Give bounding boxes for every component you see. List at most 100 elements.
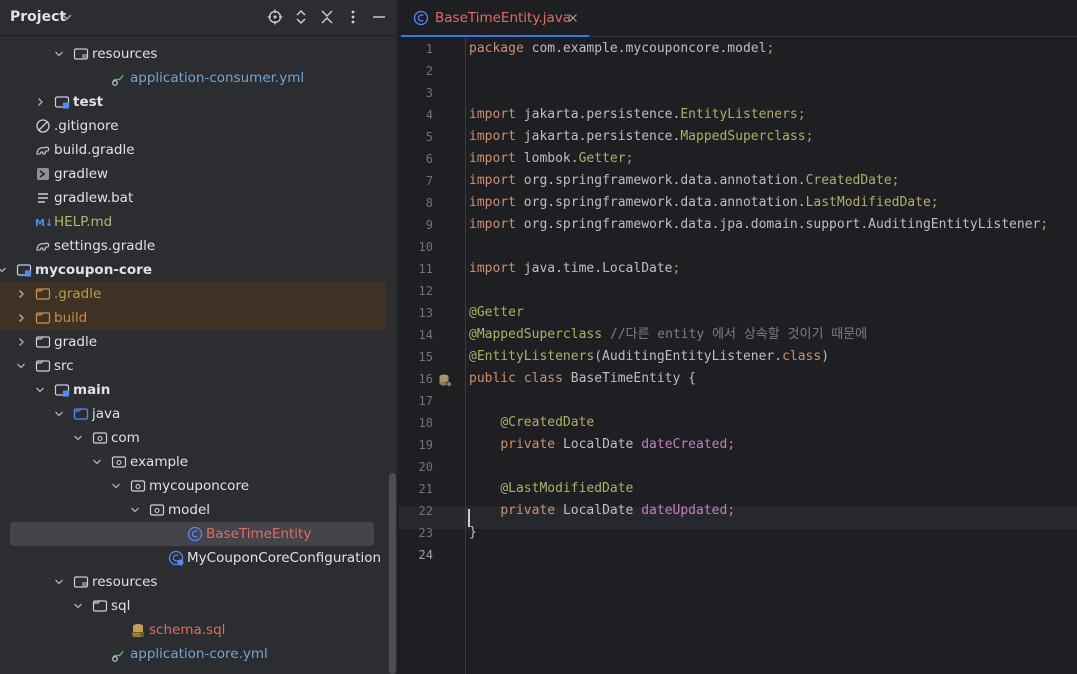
line-number[interactable]: 9 bbox=[399, 218, 433, 232]
tree-node-mycouponcore[interactable]: mycouponcore bbox=[0, 474, 386, 498]
code-line[interactable]: import lombok.Getter; bbox=[469, 148, 633, 170]
line-number[interactable]: 11 bbox=[399, 262, 433, 276]
tree-node-main[interactable]: main bbox=[0, 378, 386, 402]
tree-node-resources[interactable]: resources bbox=[0, 570, 386, 594]
code-token: private bbox=[500, 437, 563, 452]
editor-tab-basetimeentity[interactable]: BaseTimeEntity.java bbox=[401, 0, 589, 37]
tree-node-mycouponcoreconfiguration[interactable]: MyCouponCoreConfiguration bbox=[0, 546, 386, 570]
line-number[interactable]: 7 bbox=[399, 174, 433, 188]
tree-node-java[interactable]: java bbox=[0, 402, 386, 426]
chevron-down-icon[interactable] bbox=[34, 384, 46, 396]
code-area[interactable]: package com.example.mycouponcore.model; i… bbox=[466, 37, 1077, 674]
chevron-down-icon[interactable] bbox=[72, 432, 84, 444]
tree-node-src[interactable]: src bbox=[0, 354, 386, 378]
tree-node-label: .gitignore bbox=[54, 118, 119, 134]
tree-node-model[interactable]: model bbox=[0, 498, 386, 522]
chevron-down-icon[interactable] bbox=[53, 408, 65, 420]
config-class-icon bbox=[168, 550, 184, 566]
line-number[interactable]: 12 bbox=[399, 284, 433, 298]
close-icon[interactable] bbox=[567, 12, 579, 24]
code-line[interactable]: import jakarta.persistence.EntityListene… bbox=[469, 104, 806, 126]
chevron-down-icon[interactable] bbox=[15, 360, 27, 372]
tree-node-help-md[interactable]: M↓HELP.md bbox=[0, 210, 386, 234]
code-line[interactable]: import org.springframework.data.jpa.doma… bbox=[469, 214, 1048, 236]
tree-node-schema-sql[interactable]: SQL schema.sql bbox=[0, 618, 386, 642]
tree-node-gradlew[interactable]: gradlew bbox=[0, 162, 386, 186]
tree-node-application-core-yml[interactable]: application-core.yml bbox=[0, 642, 386, 666]
line-number-gutter[interactable]: 1 2 3 4 5 6 7 8 9 10 11 12 13 14 15 16 17 18 19 20 21 22 23 24 bbox=[399, 37, 466, 674]
code-line[interactable]: public class BaseTimeEntity { bbox=[469, 368, 696, 390]
code-line[interactable]: private LocalDate dateCreated; bbox=[469, 434, 735, 456]
line-number[interactable]: 6 bbox=[399, 152, 433, 166]
tree-node-example[interactable]: example bbox=[0, 450, 386, 474]
chevron-right-icon[interactable] bbox=[15, 336, 27, 348]
line-number[interactable]: 17 bbox=[399, 394, 433, 408]
line-number[interactable]: 13 bbox=[399, 306, 433, 320]
chevron-down-icon[interactable] bbox=[72, 600, 84, 612]
expand-collapse-icon[interactable] bbox=[293, 9, 309, 25]
line-number[interactable]: 8 bbox=[399, 196, 433, 210]
line-number[interactable]: 15 bbox=[399, 350, 433, 364]
code-line[interactable]: @CreatedDate bbox=[469, 412, 594, 434]
code-line[interactable]: import org.springframework.data.annotati… bbox=[469, 170, 899, 192]
chevron-right-icon[interactable] bbox=[15, 288, 27, 300]
code-line[interactable]: import org.springframework.data.annotati… bbox=[469, 192, 939, 214]
line-number[interactable]: 1 bbox=[399, 42, 433, 56]
tree-node-build-gradle[interactable]: build.gradle bbox=[0, 138, 386, 162]
line-number[interactable]: 24 bbox=[399, 548, 433, 562]
code-line[interactable]: @Getter bbox=[469, 302, 524, 324]
chevron-down-icon[interactable] bbox=[0, 264, 8, 276]
line-number[interactable]: 4 bbox=[399, 108, 433, 122]
code-line[interactable]: } bbox=[469, 522, 477, 544]
tree-node-gradlew-bat[interactable]: gradlew.bat bbox=[0, 186, 386, 210]
line-number[interactable]: 19 bbox=[399, 438, 433, 452]
chevron-right-icon[interactable] bbox=[34, 96, 46, 108]
tree-node-label: src bbox=[54, 358, 74, 374]
tree-node-resources[interactable]: resources bbox=[0, 42, 386, 66]
tree-node-gradle[interactable]: .gradle bbox=[0, 282, 386, 306]
tree-node-sql[interactable]: sql bbox=[0, 594, 386, 618]
project-tree-scrollbar[interactable] bbox=[389, 473, 396, 674]
code-line[interactable]: @EntityListeners(AuditingEntityListener.… bbox=[469, 346, 829, 368]
chevron-down-icon[interactable] bbox=[53, 48, 65, 60]
chevron-down-icon[interactable] bbox=[61, 10, 73, 24]
code-line[interactable]: @MappedSuperclass //다른 entity 에서 상속할 것이기… bbox=[469, 324, 867, 346]
tree-node-gradle[interactable]: gradle bbox=[0, 330, 386, 354]
more-options-icon[interactable] bbox=[345, 9, 361, 25]
minimize-icon[interactable] bbox=[371, 9, 387, 25]
chevron-down-icon[interactable] bbox=[110, 480, 122, 492]
line-number[interactable]: 10 bbox=[399, 240, 433, 254]
project-view-title[interactable]: Project bbox=[10, 9, 66, 25]
line-number[interactable]: 3 bbox=[399, 86, 433, 100]
line-number[interactable]: 2 bbox=[399, 64, 433, 78]
database-bean-icon[interactable] bbox=[438, 373, 452, 387]
line-number[interactable]: 14 bbox=[399, 328, 433, 342]
tree-node-basetimeentity[interactable]: BaseTimeEntity bbox=[10, 522, 374, 546]
tree-node-gitignore[interactable]: .gitignore bbox=[0, 114, 386, 138]
collapse-all-icon[interactable] bbox=[319, 9, 335, 25]
line-number[interactable]: 21 bbox=[399, 482, 433, 496]
tree-node-test[interactable]: test bbox=[0, 90, 386, 114]
code-line[interactable]: import java.time.LocalDate; bbox=[469, 258, 680, 280]
code-line[interactable]: private LocalDate dateUpdated; bbox=[469, 500, 735, 522]
tree-node-mycoupon-core[interactable]: mycoupon-core bbox=[0, 258, 386, 282]
class-icon bbox=[187, 526, 203, 542]
tree-node-com[interactable]: com bbox=[0, 426, 386, 450]
tree-node-settings-gradle[interactable]: settings.gradle bbox=[0, 234, 386, 258]
line-number[interactable]: 23 bbox=[399, 526, 433, 540]
tree-node-application-consumer-yml[interactable]: application-consumer.yml bbox=[0, 66, 386, 90]
code-line[interactable]: import jakarta.persistence.MappedSupercl… bbox=[469, 126, 813, 148]
chevron-right-icon[interactable] bbox=[15, 312, 27, 324]
line-number[interactable]: 20 bbox=[399, 460, 433, 474]
crosshair-icon[interactable] bbox=[267, 9, 283, 25]
chevron-down-icon[interactable] bbox=[53, 576, 65, 588]
line-number[interactable]: 16 bbox=[399, 372, 433, 386]
line-number[interactable]: 22 bbox=[399, 504, 433, 518]
code-line[interactable]: package com.example.mycouponcore.model; bbox=[469, 38, 774, 60]
chevron-down-icon[interactable] bbox=[91, 456, 103, 468]
line-number[interactable]: 18 bbox=[399, 416, 433, 430]
code-line[interactable]: @LastModifiedDate bbox=[469, 478, 633, 500]
line-number[interactable]: 5 bbox=[399, 130, 433, 144]
tree-node-build[interactable]: build bbox=[0, 306, 386, 330]
chevron-down-icon[interactable] bbox=[129, 504, 141, 516]
